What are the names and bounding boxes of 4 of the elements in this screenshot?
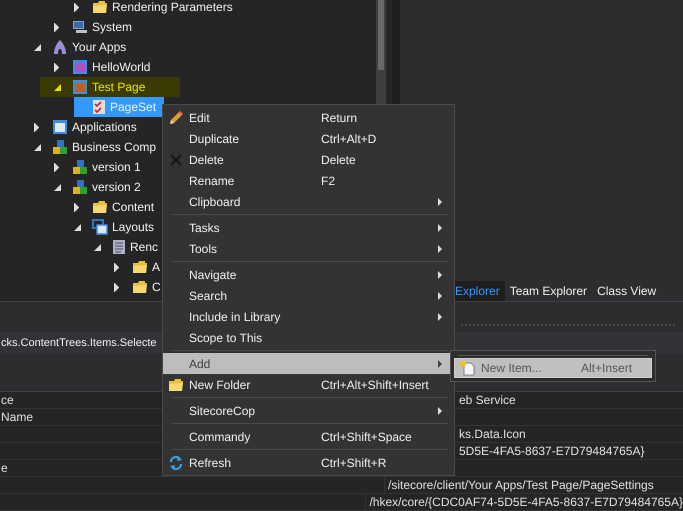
property-value: 5D5E-4FA5-8637-E7D79484765A}	[458, 443, 646, 459]
property-value: /sitecore/client/Your Apps/Test Page/PageSettings	[387, 477, 655, 493]
property-value: /hkex/core/{CDC0AF74-5D5E-4FA5-8637-E7D79484765A}	[368, 494, 683, 510]
property-value: eb Service	[458, 392, 517, 408]
